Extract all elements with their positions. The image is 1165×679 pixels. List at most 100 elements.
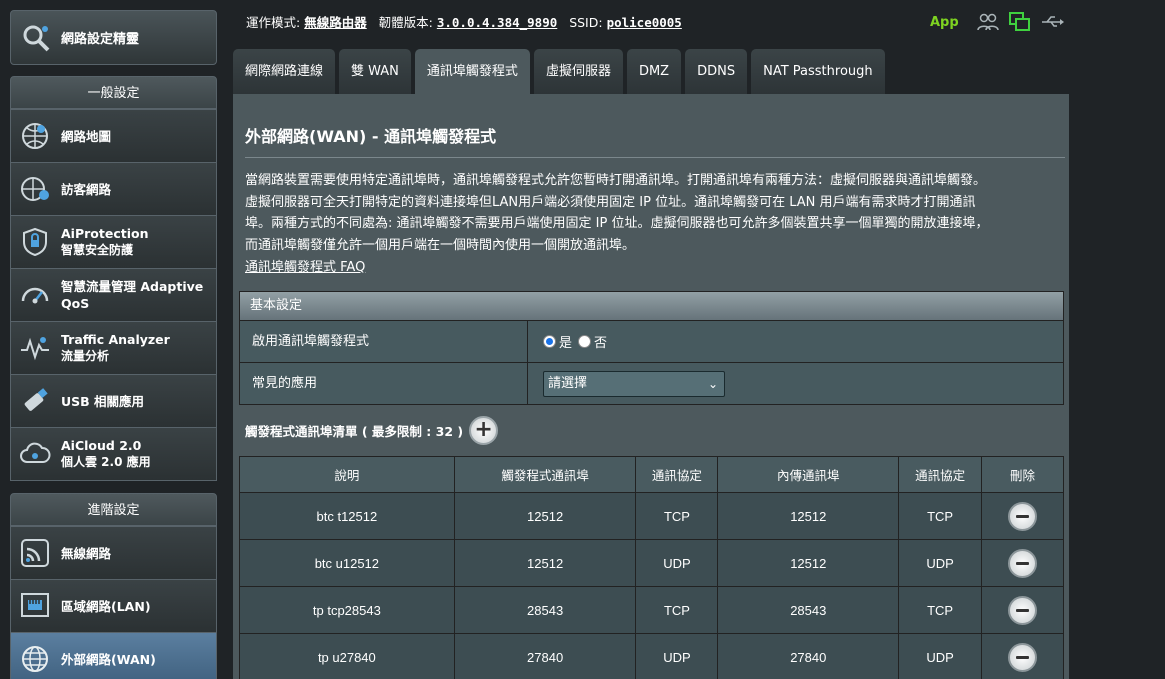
cell-delete xyxy=(981,539,1064,587)
enable-yes-label: 是 xyxy=(559,336,573,351)
sidebar-item-wan[interactable]: 外部網路(WAN) xyxy=(11,632,216,679)
delete-rule-button[interactable] xyxy=(1008,595,1038,625)
delete-rule-button[interactable] xyxy=(1008,501,1038,531)
add-rule-button[interactable]: + xyxy=(469,415,499,445)
firmware-version-link[interactable]: 3.0.0.4.384_9890 xyxy=(437,15,557,30)
basic-config-header: 基本設定 xyxy=(240,292,1063,320)
usb-status-icon[interactable] xyxy=(1041,15,1065,29)
sidebar-item-aiprotection[interactable]: AiProtection 智慧安全防護 xyxy=(11,215,216,268)
network-map-icon xyxy=(22,123,48,149)
clients-icon[interactable] xyxy=(976,13,999,31)
tab-dual-wan[interactable]: 雙 WAN xyxy=(339,49,411,94)
cell-trigger-port: 28543 xyxy=(453,586,637,634)
chevron-down-icon: ⌄ xyxy=(707,376,718,391)
description-line: 而通訊埠觸發僅允許一個用戶端在一個時間內使用一個開放通訊埠。 xyxy=(245,237,636,253)
enable-yes-radio[interactable] xyxy=(543,335,556,348)
tab-nat-passthrough[interactable]: NAT Passthrough xyxy=(751,49,885,94)
wireless-icon xyxy=(21,539,49,567)
wan-tabs: 網際網路連線 雙 WAN 通訊埠觸發程式 虛擬伺服器 DMZ DDNS NAT … xyxy=(233,49,885,94)
sidebar-item-usb-application[interactable]: USB 相關應用 xyxy=(11,374,216,427)
status-icons: App xyxy=(930,12,1065,32)
tab-dmz[interactable]: DMZ xyxy=(626,49,682,94)
tab-internet-connection[interactable]: 網際網路連線 xyxy=(233,49,336,94)
enable-no-radio[interactable] xyxy=(578,335,592,348)
col-incoming-protocol: 通訊協定 xyxy=(898,456,983,493)
sidebar-item-lan[interactable]: 區域網路(LAN) xyxy=(11,579,216,632)
ssid-link[interactable]: police0005 xyxy=(607,15,682,30)
guest-network-icon xyxy=(21,177,49,201)
cell-incoming-port: 12512 xyxy=(717,492,900,540)
sidebar-item-aicloud[interactable]: AiCloud 2.0 個人雲 2.0 應用 xyxy=(11,427,216,480)
cell-delete xyxy=(981,633,1064,679)
sidebar-item-adaptive-qos[interactable]: 智慧流量管理 Adaptive QoS xyxy=(11,268,216,321)
sidebar-item-label: Traffic Analyzer xyxy=(61,332,170,347)
cell-incoming-port: 28543 xyxy=(717,586,900,634)
cell-delete xyxy=(981,586,1064,634)
basic-config-section: 基本設定 啟用通訊埠觸發程式 是 否 常見的應用 請選擇 ⌄ xyxy=(239,291,1064,405)
cell-trigger-port: 12512 xyxy=(453,492,637,540)
col-trigger-protocol: 通訊協定 xyxy=(635,456,719,493)
tab-port-trigger[interactable]: 通訊埠觸發程式 xyxy=(414,49,530,94)
common-app-select[interactable]: 請選擇 ⌄ xyxy=(543,370,725,397)
sidebar-item-label: AiCloud 2.0 xyxy=(61,438,142,453)
usb-icon xyxy=(24,388,48,411)
cell-incoming-protocol: TCP xyxy=(898,586,983,634)
wan-globe-icon xyxy=(22,646,48,672)
description: 當網路裝置需要使用特定通訊埠時，通訊埠觸發程式允許您暫時打開通訊埠。打開通訊埠有… xyxy=(245,170,1067,256)
wizard-icon xyxy=(23,25,50,51)
cloud-icon xyxy=(20,442,51,463)
general-menu: 網路地圖 訪客網路 AiProtection 智慧安全防護 智慧流量管理 Ada… xyxy=(10,109,217,481)
tab-virtual-server[interactable]: 虛擬伺服器 xyxy=(533,49,623,94)
cell-description: btc t12512 xyxy=(239,492,455,540)
wizard-label: 網路設定精靈 xyxy=(61,32,140,47)
delete-rule-button[interactable] xyxy=(1008,548,1038,578)
trigger-list-title-row: 觸發程式通訊埠清單 ( 最多限制 : 32 ) + xyxy=(245,415,1063,445)
description-line: 當網路裝置需要使用特定通訊埠時，通訊埠觸發程式允許您暫時打開通訊埠。打開通訊埠有… xyxy=(245,173,987,188)
sidebar-item-label: 智慧流量管理 Adaptive QoS xyxy=(61,279,204,311)
sidebar-item-label: 無線網路 xyxy=(61,545,112,561)
enable-port-trigger-label: 啟用通訊埠觸發程式 xyxy=(240,321,528,362)
sidebar-item-network-map[interactable]: 網路地圖 xyxy=(11,109,216,162)
lan-icon xyxy=(21,593,49,617)
quick-setup-wizard-button[interactable]: 網路設定精靈 xyxy=(10,10,217,65)
general-settings-header: 一般設定 xyxy=(10,76,217,109)
sidebar-item-sublabel: 流量分析 xyxy=(61,349,110,363)
cell-trigger-protocol: TCP xyxy=(635,586,719,634)
table-row: btc t12512 12512 TCP 12512 TCP xyxy=(239,492,1064,540)
main-panel: 外部網路(WAN) - 通訊埠觸發程式 當網路裝置需要使用特定通訊埠時，通訊埠觸… xyxy=(233,94,1069,679)
sidebar-item-label: AiProtection xyxy=(61,226,149,241)
cell-trigger-port: 27840 xyxy=(453,633,637,679)
sidebar-item-wireless[interactable]: 無線網路 xyxy=(11,526,216,579)
plus-icon: + xyxy=(474,417,493,442)
cell-trigger-protocol: TCP xyxy=(635,492,719,540)
cell-description: tp tcp28543 xyxy=(239,586,455,634)
aiprotection-shield-icon xyxy=(23,227,47,257)
sidebar-item-label: 訪客網路 xyxy=(61,181,112,197)
sidebar-item-traffic-analyzer[interactable]: Traffic Analyzer 流量分析 xyxy=(11,321,216,374)
table-row: tp tcp28543 28543 TCP 28543 TCP xyxy=(239,586,1064,634)
qos-gauge-icon xyxy=(21,287,49,304)
cell-trigger-protocol: UDP xyxy=(635,539,719,587)
trigger-list-title: 觸發程式通訊埠清單 ( 最多限制 : 32 ) xyxy=(245,423,464,439)
sidebar-item-label: 外部網路(WAN) xyxy=(61,651,156,667)
cell-incoming-protocol: UDP xyxy=(898,633,983,679)
advanced-menu: 無線網路 區域網路(LAN) 外部網路(WAN) xyxy=(10,526,217,679)
operation-mode-link[interactable]: 無線路由器 xyxy=(304,15,367,30)
traffic-analyzer-icon xyxy=(21,337,49,361)
cell-incoming-port: 12512 xyxy=(717,539,900,587)
delete-rule-button[interactable] xyxy=(1008,642,1038,672)
sidebar-item-label: 區域網路(LAN) xyxy=(61,598,151,614)
sidebar-item-guest-network[interactable]: 訪客網路 xyxy=(11,162,216,215)
col-delete: 刪除 xyxy=(981,456,1064,493)
sidebar-item-label: 網路地圖 xyxy=(61,128,112,144)
sidebar-item-label: USB 相關應用 xyxy=(61,393,145,409)
app-link[interactable]: App xyxy=(930,15,959,30)
enable-no-label: 否 xyxy=(594,336,608,351)
port-trigger-table: 說明 觸發程式通訊埠 通訊協定 內傳通訊埠 通訊協定 刪除 btc t12512… xyxy=(239,456,1064,679)
col-trigger-port: 觸發程式通訊埠 xyxy=(453,456,637,493)
tab-ddns[interactable]: DDNS xyxy=(685,49,748,94)
cell-incoming-protocol: UDP xyxy=(898,539,983,587)
advanced-settings-header: 進階設定 xyxy=(10,493,217,526)
network-status-icon[interactable] xyxy=(1008,12,1031,32)
port-trigger-faq-link[interactable]: 通訊埠觸發程式 FAQ xyxy=(245,256,365,275)
